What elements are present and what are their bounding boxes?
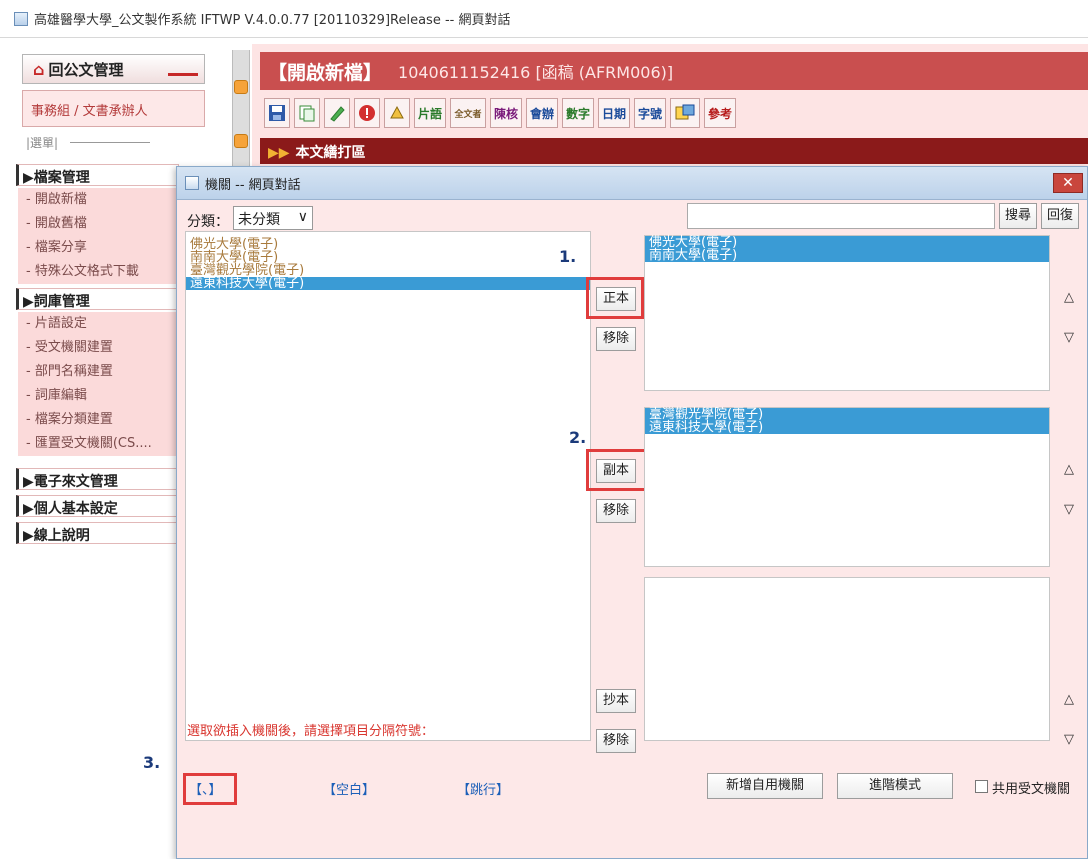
save-icon[interactable] (264, 98, 290, 128)
separator-space[interactable]: 【空白】 (323, 779, 375, 798)
remove-transcript-button[interactable]: 移除 (596, 729, 636, 753)
list-item[interactable]: 遠東科技大學(電子) (186, 277, 590, 290)
separator-newline[interactable]: 【跳行】 (457, 779, 509, 798)
sign-icon[interactable] (384, 98, 410, 128)
menu-item-file-category[interactable]: - 檔案分類建置 (26, 408, 179, 432)
list-item[interactable]: 遠東科技大學(電子) (645, 421, 1049, 434)
menu-lexicon-items: - 片語設定 - 受文機關建置 - 部門名稱建置 - 詞庫編輯 - 檔案分類建置… (18, 312, 179, 456)
remove-primary-button[interactable]: 移除 (596, 327, 636, 351)
menu-section-help[interactable]: ▶線上說明 (16, 522, 179, 544)
menu-item-open-file[interactable]: - 開啟舊檔 (26, 212, 179, 236)
menu-item-phrases[interactable]: - 片語設定 (26, 312, 179, 336)
move-down-icon[interactable]: ▽ (1059, 731, 1079, 751)
home-button[interactable]: ⌂ 回公文管理 (22, 54, 205, 84)
menu-file-items: - 開啟新檔 - 開啟舊檔 - 檔案分享 - 特殊公文格式下載 (18, 188, 179, 284)
copy-recipient-list[interactable]: 臺灣觀光學院(電子) 遠東科技大學(電子) (644, 407, 1050, 567)
step-number: 3. (143, 753, 161, 772)
collapse-arrow-icon[interactable] (234, 134, 248, 148)
move-down-icon[interactable]: ▽ (1059, 501, 1079, 521)
home-icon: ⌂ (33, 59, 45, 79)
alert-icon[interactable] (354, 98, 380, 128)
menu-item-new-file[interactable]: - 開啟新檔 (26, 188, 179, 212)
phrase-button[interactable]: 片語 (414, 98, 446, 128)
countersign-button[interactable]: 會辦 (526, 98, 558, 128)
menu-item-recipients[interactable]: - 受文機關建置 (26, 336, 179, 360)
fulltext-button[interactable]: 全文者 (450, 98, 486, 128)
copy-icon[interactable] (294, 98, 320, 128)
chevron-down-icon: ∨ (297, 209, 308, 225)
document-number: 1040611152416 [函稿 (AFRM006)] (398, 63, 674, 82)
reference-button[interactable]: 參考 (704, 98, 736, 128)
menu-item-lexicon-edit[interactable]: - 詞庫編輯 (26, 384, 179, 408)
source-agency-list[interactable]: 佛光大學(電子) 南南大學(電子) 臺灣觀光學院(電子) 遠東科技大學(電子) (185, 231, 591, 741)
category-label: 分類： (187, 214, 229, 230)
menu-header: |選單| (26, 134, 151, 151)
menu-item-departments[interactable]: - 部門名稱建置 (26, 360, 179, 384)
search-button[interactable]: 搜尋 (999, 203, 1037, 229)
add-copy-button[interactable]: 副本 (596, 459, 636, 483)
shared-recipients-checkbox[interactable] (975, 780, 988, 793)
primary-recipient-list[interactable]: 佛光大學(電子) 南南大學(電子) (644, 235, 1050, 391)
editor-toolbar: 片語 全文者 陳核 會辦 數字 日期 字號 參考 (264, 98, 736, 128)
double-arrow-icon: ▶▶ (268, 145, 290, 161)
collapse-arrow-icon[interactable] (234, 80, 248, 94)
body-section-bar: ▶▶ 本文繕打區 (260, 138, 1088, 164)
add-custom-agency-button[interactable]: 新增自用機關 (707, 773, 823, 799)
restore-button[interactable]: 回復 (1041, 203, 1079, 229)
add-transcript-button[interactable]: 抄本 (596, 689, 636, 713)
view-icon[interactable] (670, 98, 700, 128)
separator-comma[interactable]: 【、】 (189, 779, 222, 798)
edit-icon[interactable] (324, 98, 350, 128)
close-button[interactable]: ✕ (1053, 173, 1083, 193)
docno-button[interactable]: 字號 (634, 98, 666, 128)
separator-hint: 選取欲插入機關後，請選擇項目分隔符號： (187, 724, 435, 739)
step-number: 1. (559, 247, 577, 266)
number-button[interactable]: 數字 (562, 98, 594, 128)
user-role: 事務組 / 文書承辦人 (22, 90, 205, 127)
search-input[interactable] (687, 203, 995, 229)
dialog-titlebar: 機關 -- 網頁對話 ✕ (177, 167, 1087, 200)
menu-section-profile[interactable]: ▶個人基本設定 (16, 495, 179, 517)
move-up-icon[interactable]: △ (1059, 691, 1079, 711)
panel-splitter[interactable] (232, 50, 250, 170)
agency-dialog: 機關 -- 網頁對話 ✕ 分類： 未分類 ∨ 搜尋 回復 佛光大學(電子) 南南… (143, 166, 1088, 859)
transcript-recipient-list[interactable] (644, 577, 1050, 741)
dialog-title: 機關 -- 網頁對話 (205, 177, 301, 193)
move-down-icon[interactable]: ▽ (1059, 329, 1079, 349)
shared-recipients-label: 共用受文機關 (992, 782, 1071, 797)
menu-section-incoming[interactable]: ▶電子來文管理 (16, 468, 179, 490)
app-icon (14, 11, 28, 26)
menu-item-special-format[interactable]: - 特殊公文格式下載 (26, 260, 179, 284)
add-primary-button[interactable]: 正本 (596, 287, 636, 311)
menu-item-import-recipients[interactable]: - 匯置受文機關(CS.... (26, 432, 179, 456)
menu-section-lexicon[interactable]: ▶詞庫管理 (16, 288, 179, 310)
review-button[interactable]: 陳核 (490, 98, 522, 128)
window-titlebar: 高雄醫學大學_公文製作系統 IFTWP V.4.0.0.77 [20110329… (0, 0, 1088, 38)
advanced-mode-button[interactable]: 進階模式 (837, 773, 953, 799)
step-number: 2. (569, 428, 587, 447)
window-title: 高雄醫學大學_公文製作系統 IFTWP V.4.0.0.77 [20110329… (34, 13, 511, 28)
move-up-icon[interactable]: △ (1059, 289, 1079, 309)
category-select[interactable]: 未分類 ∨ (233, 206, 313, 230)
list-item[interactable]: 南南大學(電子) (645, 249, 1049, 262)
dialog-icon (185, 176, 199, 190)
page-title: 【開啟新檔】 (268, 61, 383, 84)
main-header-bar: 【開啟新檔】 1040611152416 [函稿 (AFRM006)] (260, 52, 1088, 90)
home-button-label: 回公文管理 (48, 60, 124, 79)
menu-item-share-file[interactable]: - 檔案分享 (26, 236, 179, 260)
date-button[interactable]: 日期 (598, 98, 630, 128)
move-up-icon[interactable]: △ (1059, 461, 1079, 481)
menu-section-file[interactable]: ▶檔案管理 (16, 164, 179, 186)
remove-copy-button[interactable]: 移除 (596, 499, 636, 523)
